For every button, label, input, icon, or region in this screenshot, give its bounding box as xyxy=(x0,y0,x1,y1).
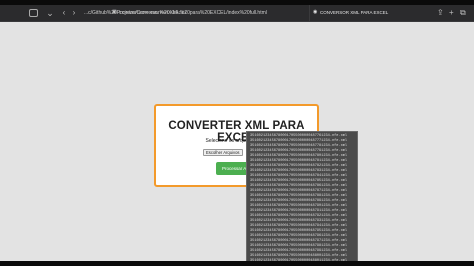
address-bar[interactable]: ...c/Github%20Projetos/Conversor%20XML%2… xyxy=(84,7,284,19)
plus-icon[interactable]: + xyxy=(449,8,454,18)
letterbox-bottom xyxy=(0,261,474,266)
browser-toolbar: ⌄ ‹ › ▣ CONVERSOR XML PARA EXCEL ◉ CONVE… xyxy=(0,5,474,22)
sidebar-icon[interactable] xyxy=(29,9,38,17)
favicon-icon: ◉ xyxy=(313,9,318,15)
forward-icon[interactable]: › xyxy=(69,8,79,18)
chevron-down-icon[interactable]: ⌄ xyxy=(45,8,55,18)
file-list-tooltip: 3516021234567800017055000000487761234-nf… xyxy=(246,131,358,266)
url-text: ...c/Github%20Projetos/Conversor%20XML%2… xyxy=(84,10,267,16)
tab-2-label: CONVERSOR XML PARA EXCEL xyxy=(320,10,389,15)
back-icon[interactable]: ‹ xyxy=(59,8,69,18)
page-viewport: CONVERTER XML PARA EXCEL Selecione os ar… xyxy=(0,22,474,261)
share-icon[interactable]: ⇪ xyxy=(437,8,444,18)
tab-2-active[interactable]: ◉ CONVERSOR XML PARA EXCEL xyxy=(311,5,431,21)
tabs-overview-icon[interactable]: ⧉ xyxy=(460,8,466,18)
choose-files-button[interactable]: Escolher Arquivos xyxy=(203,148,243,156)
